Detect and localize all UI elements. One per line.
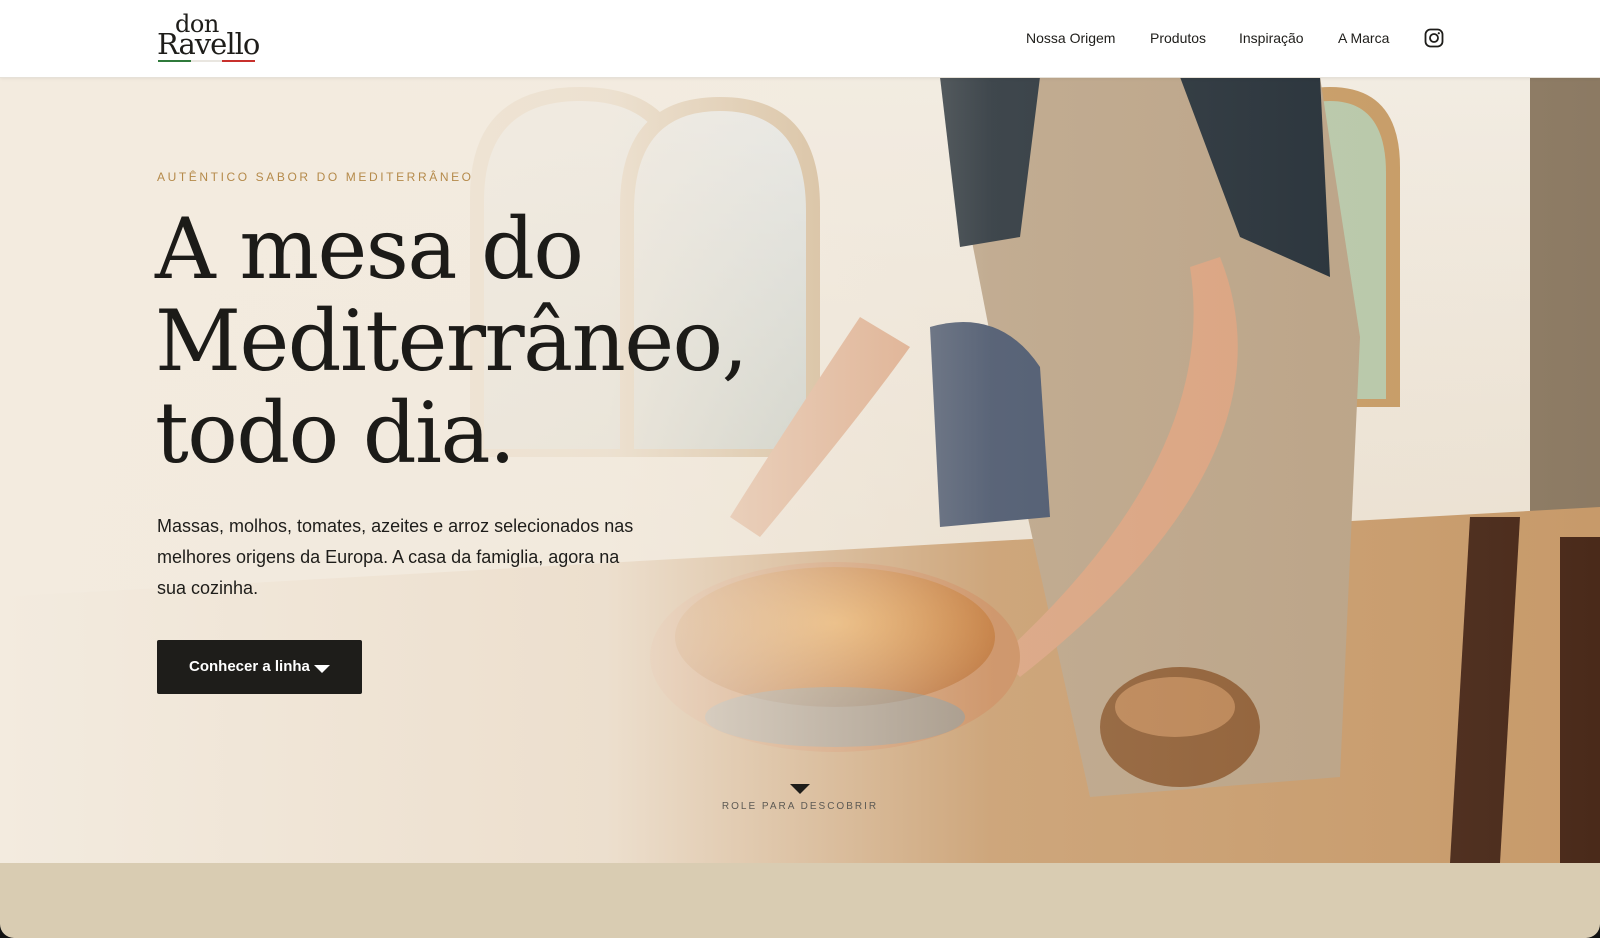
caret-down-icon xyxy=(790,784,810,794)
nav-link-produtos[interactable]: Produtos xyxy=(1150,28,1206,48)
hero-headline: A mesa do Mediterrâneo, todo dia. xyxy=(155,203,855,479)
nav-link-nossa-origem[interactable]: Nossa Origem xyxy=(1026,28,1115,48)
nav-link-inspiracao[interactable]: Inspiração xyxy=(1239,28,1304,48)
scroll-cue[interactable]: ROLE PARA DESCOBRIR xyxy=(700,784,900,824)
hero-section: AUTÊNTICO SABOR DO MEDITERRÂNEO A mesa d… xyxy=(0,77,1600,863)
next-section xyxy=(0,863,1600,938)
hero-eyebrow: AUTÊNTICO SABOR DO MEDITERRÂNEO xyxy=(157,170,474,184)
logo-flag-red xyxy=(222,60,255,62)
cta-label: Conhecer a linha xyxy=(189,658,310,675)
headline-line-3: todo dia. xyxy=(155,384,516,482)
conhecer-a-linha-button[interactable]: Conhecer a linha xyxy=(157,640,362,694)
hero-intro-text: Massas, molhos, tomates, azeites e arroz… xyxy=(157,516,634,598)
main-nav: Nossa Origem Produtos Inspiração A Marca xyxy=(0,28,1600,50)
nav-link-a-marca[interactable]: A Marca xyxy=(1338,28,1389,48)
site-header: don Ravello Nossa Origem Produtos Inspir… xyxy=(0,0,1600,78)
headline-line-1: A mesa do xyxy=(155,200,584,298)
caret-down-icon xyxy=(314,665,330,673)
headline-line-2: Mediterrâneo, xyxy=(155,292,748,390)
logo-flag-white xyxy=(191,60,222,62)
scroll-label: ROLE PARA DESCOBRIR xyxy=(721,801,879,812)
logo-flag-green xyxy=(158,60,191,62)
instagram-icon[interactable] xyxy=(1424,28,1444,48)
